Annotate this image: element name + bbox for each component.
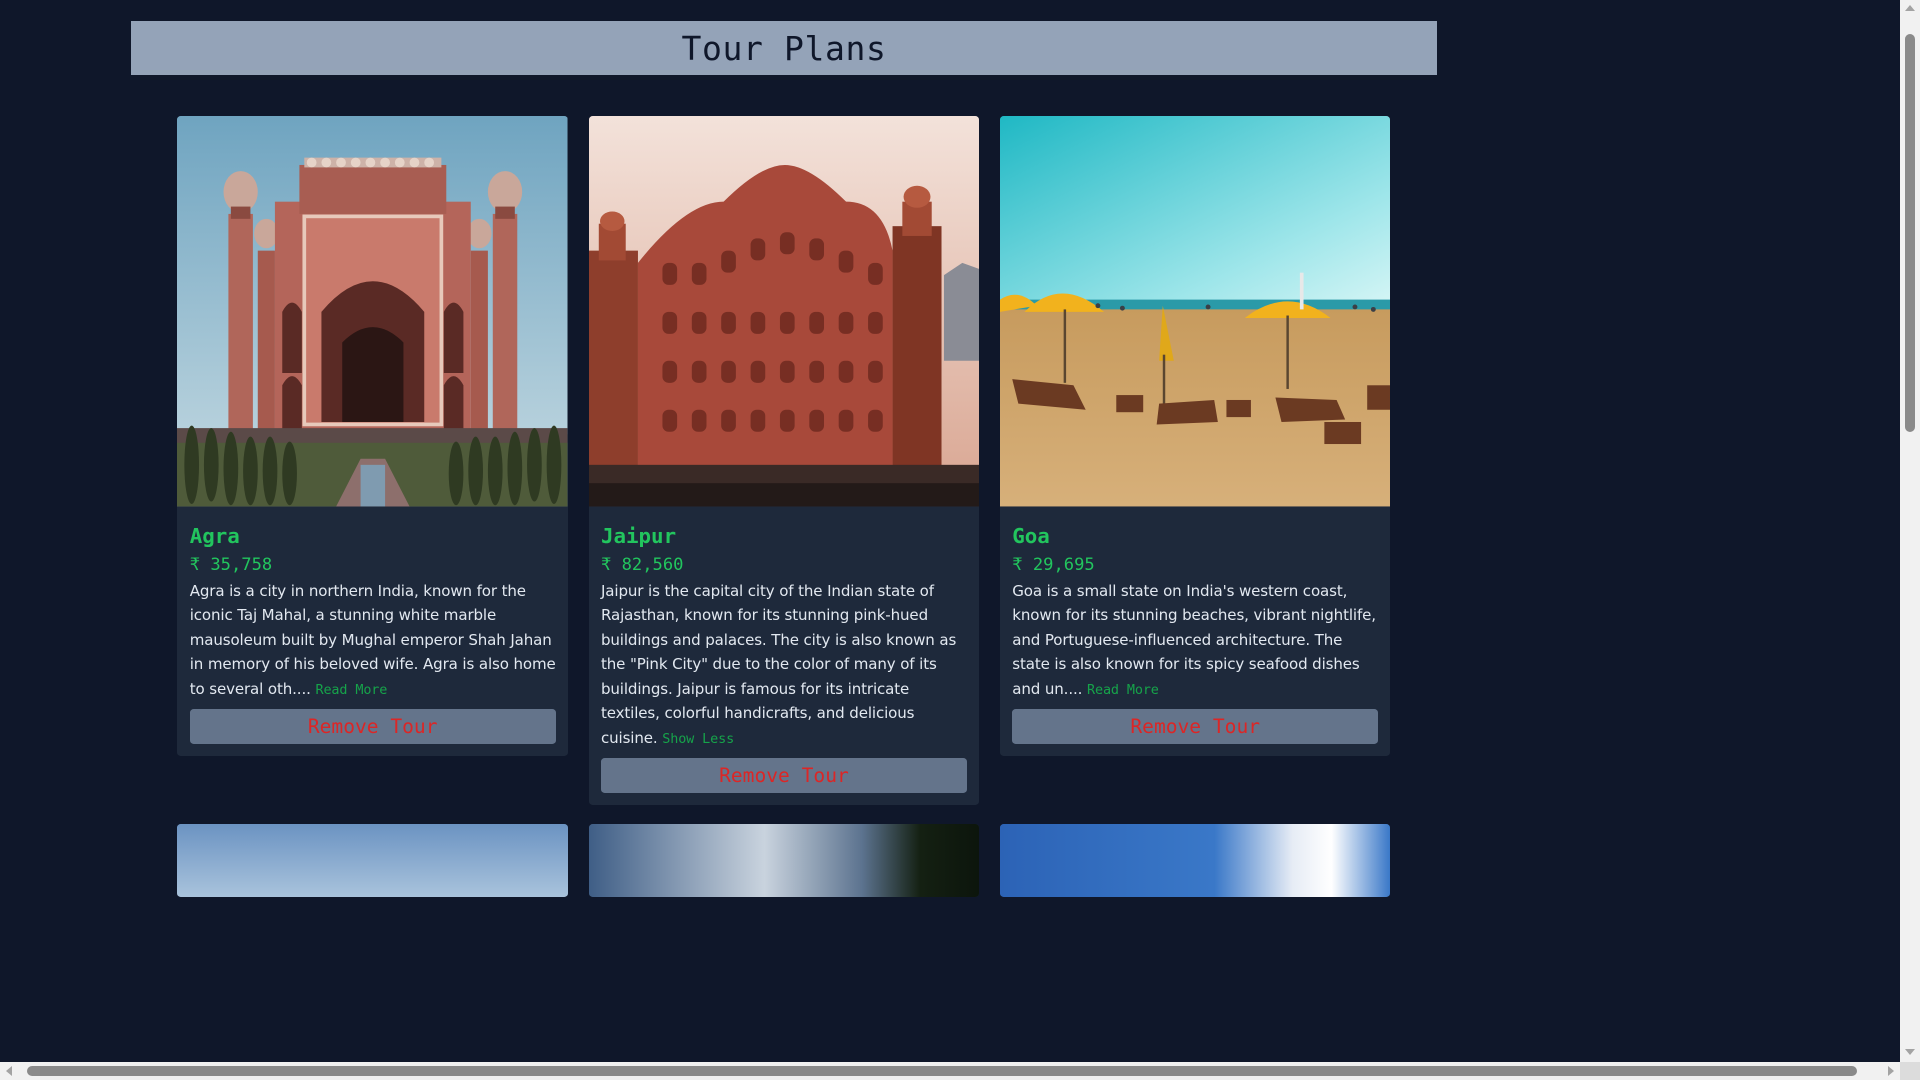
page-title: Tour Plans bbox=[681, 28, 887, 68]
agra-photo bbox=[177, 116, 568, 507]
card-body: Goa ₹ 29,695 Goa is a small state on Ind… bbox=[1000, 507, 1390, 756]
tour-price: ₹ 35,758 bbox=[189, 555, 273, 576]
read-more-link[interactable]: Read More bbox=[315, 683, 387, 698]
card-body: Agra ₹ 35,758 Agra is a city in northern… bbox=[177, 507, 567, 756]
tour-price: ₹ 29,695 bbox=[1012, 555, 1095, 576]
tour-card-row2-3 bbox=[1000, 823, 1391, 898]
tour-description: Goa is a small state on India's western … bbox=[1012, 579, 1378, 703]
remove-tour-button[interactable]: Remove Tour bbox=[189, 709, 556, 744]
tour-card-agra: Agra ₹ 35,758 Agra is a city in northern… bbox=[177, 116, 568, 756]
tour-name: Agra bbox=[189, 523, 240, 548]
scroll-down-icon[interactable] bbox=[1905, 1049, 1915, 1055]
vertical-scroll-thumb[interactable] bbox=[1905, 34, 1915, 432]
vertical-scrollbar[interactable] bbox=[1900, 0, 1920, 1080]
tour-name: Jaipur bbox=[600, 523, 677, 548]
description-text: Jaipur is the capital city of the Indian… bbox=[600, 581, 957, 747]
tour-photo bbox=[588, 823, 980, 898]
read-more-link[interactable]: Read More bbox=[1087, 683, 1159, 698]
tour-description: Jaipur is the capital city of the Indian… bbox=[601, 579, 967, 752]
card-body: Jaipur ₹ 82,560 Jaipur is the capital ci… bbox=[589, 507, 979, 805]
scrollbar-corner bbox=[1900, 1062, 1920, 1080]
remove-tour-button[interactable]: Remove Tour bbox=[600, 758, 967, 793]
scroll-right-icon[interactable] bbox=[1888, 1066, 1894, 1076]
page-header: Tour Plans bbox=[130, 21, 1437, 76]
tour-price: ₹ 82,560 bbox=[600, 555, 684, 576]
goa-photo bbox=[1000, 116, 1391, 507]
description-text: Goa is a small state on India's western … bbox=[1012, 581, 1376, 698]
scroll-up-icon[interactable] bbox=[1905, 5, 1915, 11]
horizontal-scrollbar[interactable] bbox=[0, 1062, 1900, 1080]
jaipur-photo bbox=[588, 116, 980, 507]
tour-photo bbox=[177, 823, 568, 898]
tour-photo bbox=[1000, 823, 1391, 898]
tour-card-row2-2 bbox=[588, 823, 980, 898]
tour-card-row2-1 bbox=[177, 823, 568, 898]
description-text: Agra is a city in northern India, known … bbox=[189, 581, 556, 698]
remove-tour-button[interactable]: Remove Tour bbox=[1012, 709, 1379, 744]
tour-card-goa: Goa ₹ 29,695 Goa is a small state on Ind… bbox=[1000, 116, 1391, 756]
show-less-link[interactable]: Show Less bbox=[662, 732, 734, 747]
tour-card-jaipur: Jaipur ₹ 82,560 Jaipur is the capital ci… bbox=[588, 116, 980, 805]
horizontal-scroll-thumb[interactable] bbox=[27, 1066, 1857, 1076]
page-viewport: Tour Plans Agra ₹ 35,758 Agra is a city … bbox=[0, 0, 1900, 1062]
tour-description: Agra is a city in northern India, known … bbox=[190, 579, 556, 703]
tour-name: Goa bbox=[1012, 523, 1050, 548]
scroll-left-icon[interactable] bbox=[6, 1066, 12, 1076]
